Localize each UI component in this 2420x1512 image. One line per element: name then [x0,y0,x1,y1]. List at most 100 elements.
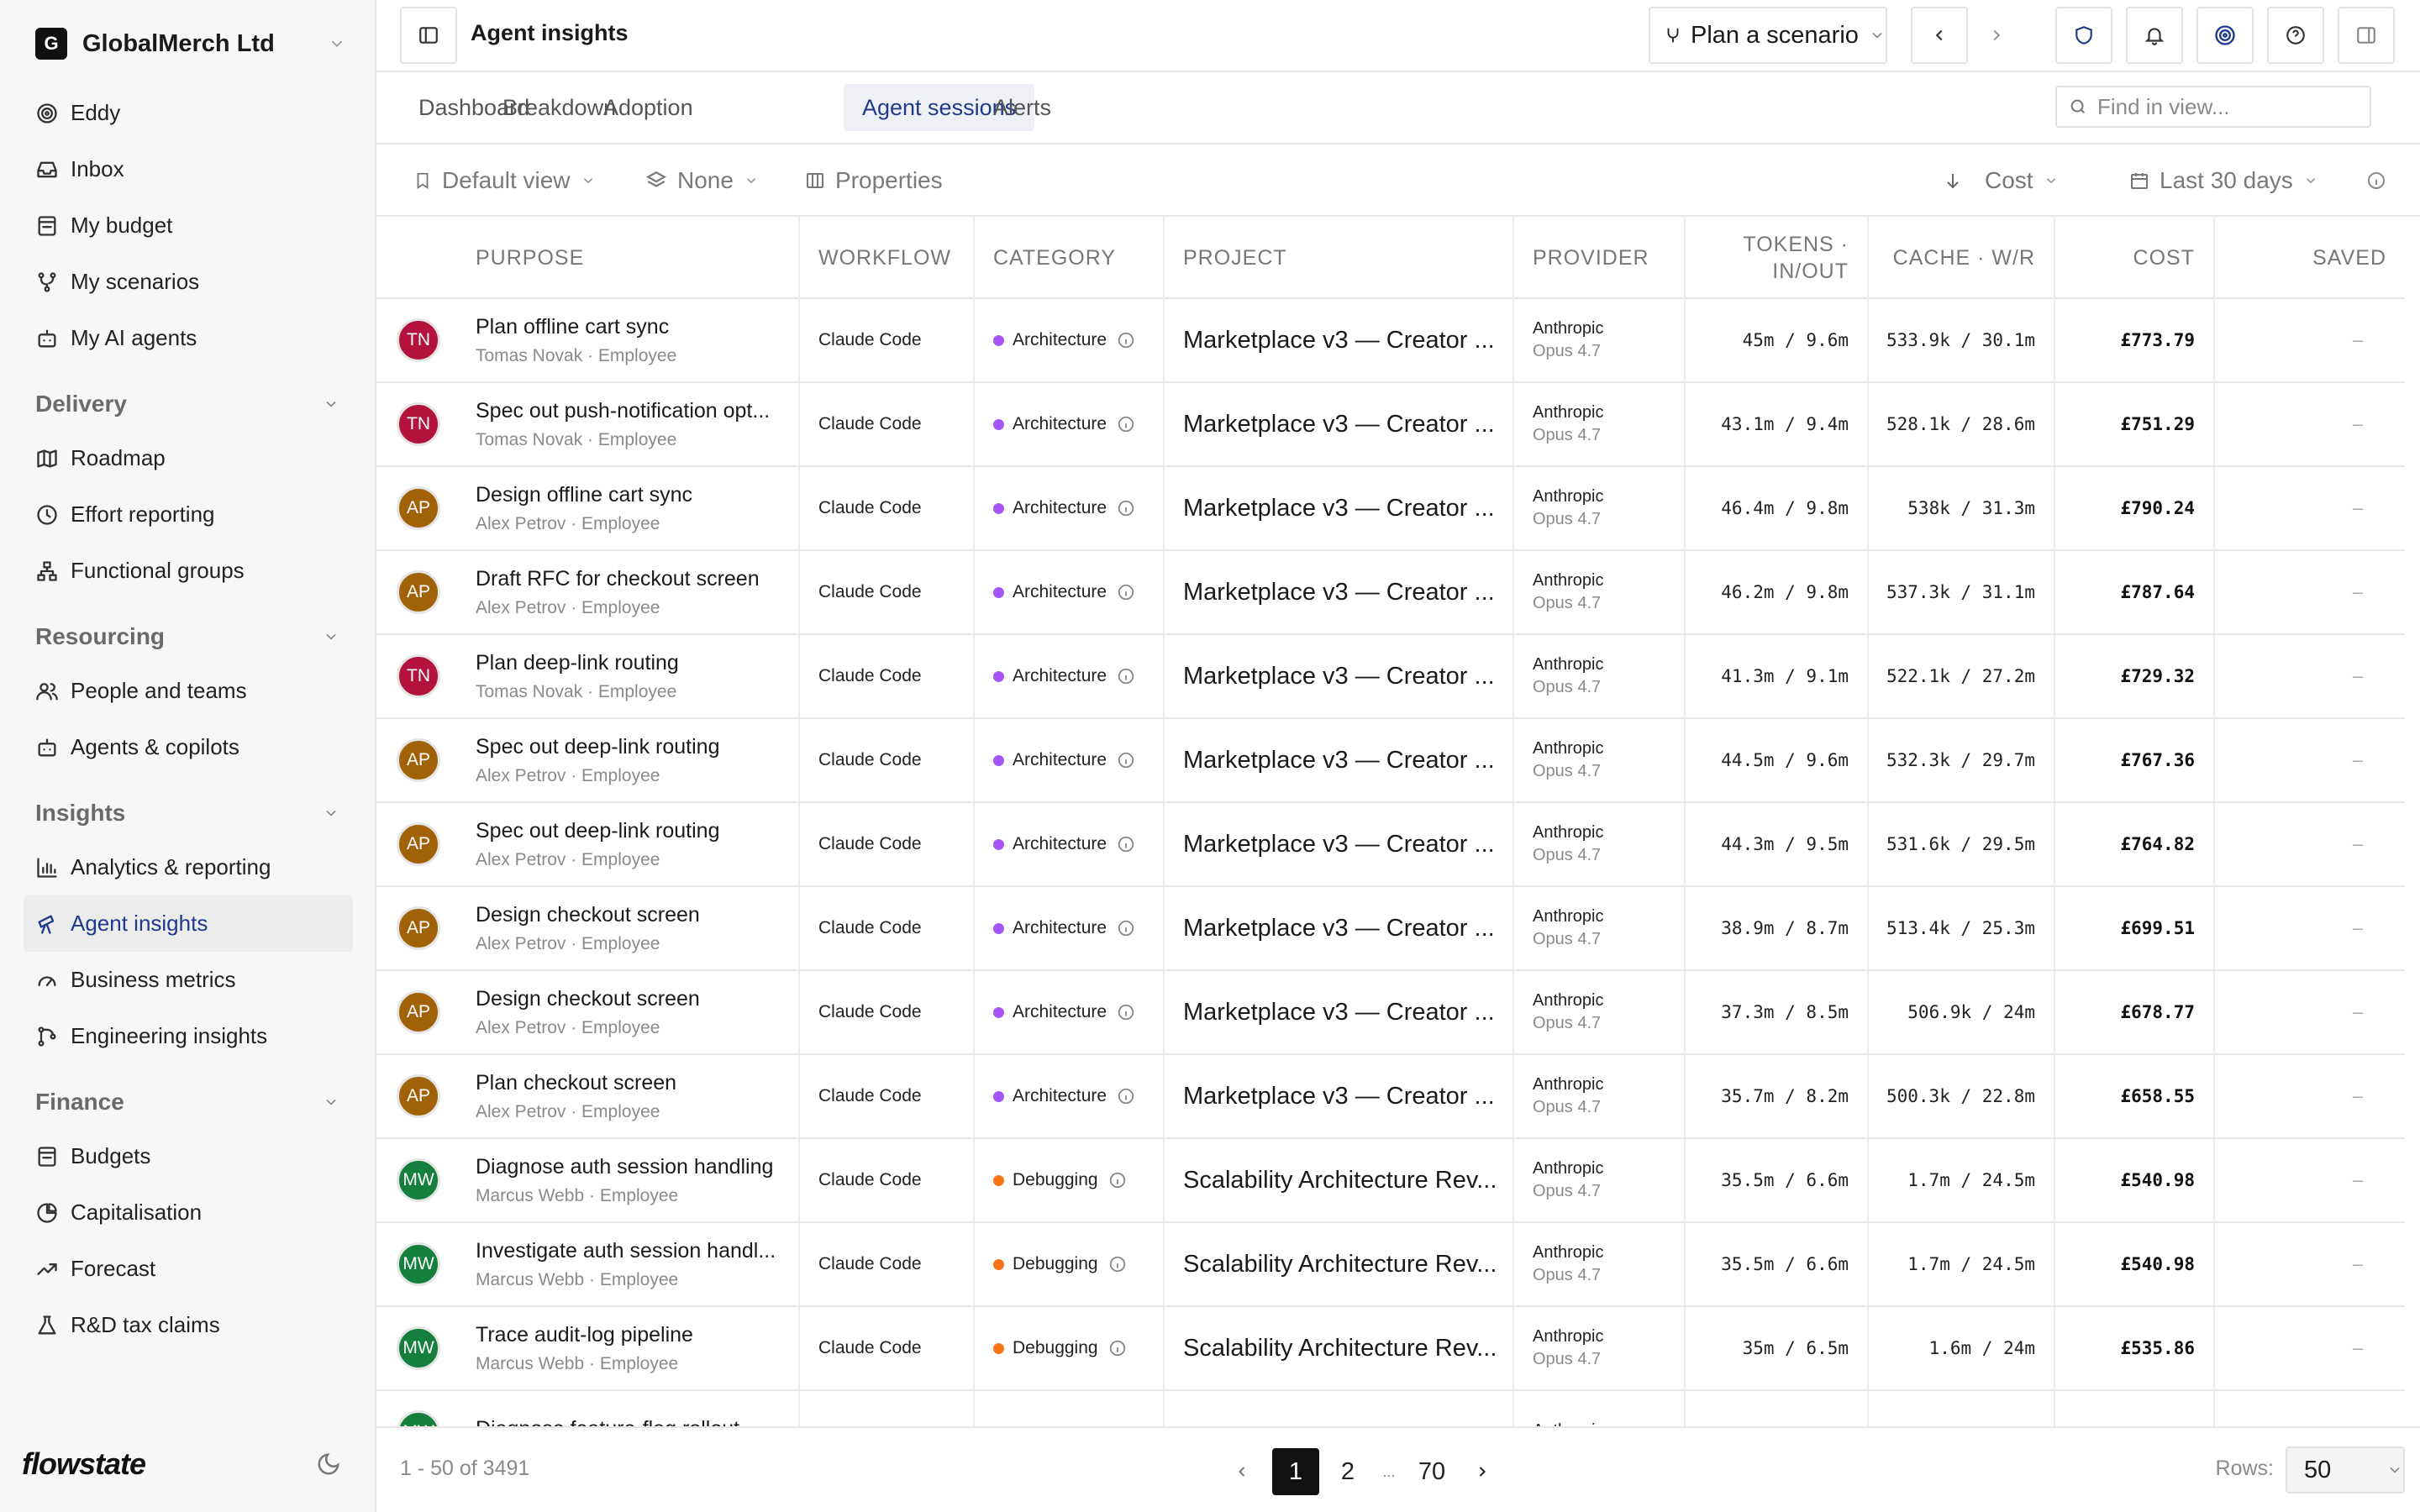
session-title[interactable]: Spec out deep-link routing [476,819,719,843]
table-row[interactable]: AP Design checkout screen Alex Petrov · Em… [376,887,2405,971]
sidebar-item-r-d-tax-claims[interactable]: R&D tax claims [24,1297,353,1353]
project-value[interactable]: Marketplace v3 — Creator ... [1183,831,1495,858]
column-header-workflow[interactable]: WORKFLOW [800,217,975,299]
security-button[interactable] [2055,7,2112,64]
project-value[interactable]: Scalability Architecture Rev... [1183,1167,1497,1194]
session-title[interactable]: Draft RFC for checkout screen [476,567,760,591]
sidebar-item-people-and-teams[interactable]: People and teams [24,663,353,719]
session-title[interactable]: Plan offline cart sync [476,315,676,339]
session-title[interactable]: Design checkout screen [476,987,700,1011]
project-value[interactable]: Marketplace v3 — Creator ... [1183,915,1495,942]
table-row[interactable]: MW Diagnose auth session handling Marcus W… [376,1139,2405,1223]
table-row[interactable]: AP Plan checkout screen Alex Petrov · Empl… [376,1055,2405,1139]
sidebar-item-analytics-reporting[interactable]: Analytics & reporting [24,839,353,895]
next-page-button[interactable] [1467,1448,1497,1495]
session-title[interactable]: Trace audit-log pipeline [476,1323,693,1347]
session-title[interactable]: Plan checkout screen [476,1071,676,1095]
column-header-cost[interactable]: COST [2055,217,2215,299]
table-row[interactable]: TN Plan deep-link routing Tomas Novak · Em… [376,635,2405,719]
project-value[interactable]: Scalability Architecture Rev... [1183,1251,1497,1278]
info-icon[interactable] [1117,919,1135,937]
info-icon[interactable] [1117,415,1135,433]
page-1-button[interactable]: 1 [1272,1448,1319,1495]
date-range-selector[interactable]: Last 30 days [2129,163,2318,198]
column-header-provider[interactable]: PROVIDER [1514,217,1686,299]
info-icon[interactable] [1117,667,1135,685]
session-title[interactable]: Design offline cart sync [476,483,692,507]
column-header-category[interactable]: CATEGORY [975,217,1165,299]
info-icon[interactable] [1117,331,1135,349]
page-2-button[interactable]: 2 [1324,1448,1371,1495]
table-row[interactable]: TN Plan offline cart sync Tomas Novak · Em… [376,299,2405,383]
table-row[interactable]: AP Design checkout screen Alex Petrov · Em… [376,971,2405,1055]
group-by-selector[interactable]: None [645,163,759,198]
toggle-sidebar-button[interactable] [400,7,457,64]
table-row[interactable]: MW Investigate auth session handl... Marcu… [376,1223,2405,1307]
rows-per-page-select[interactable]: 50 [2286,1446,2405,1494]
info-icon[interactable] [1108,1255,1127,1273]
info-icon[interactable] [1117,751,1135,769]
info-icon[interactable] [1117,835,1135,853]
session-title[interactable]: Plan deep-link routing [476,651,679,675]
sidebar-item-capitalisation[interactable]: Capitalisation [24,1184,353,1241]
info-button[interactable] [2366,163,2386,198]
info-icon[interactable] [1117,1087,1135,1105]
assistant-button[interactable] [2196,7,2254,64]
prev-page-button[interactable] [1227,1448,1257,1495]
tab-alerts[interactable]: Alerts [975,84,1070,131]
column-header-project[interactable]: PROJECT [1165,217,1514,299]
view-selector[interactable]: Default view [413,163,596,198]
sidebar-item-agent-insights[interactable]: Agent insights [24,895,353,952]
tab-adoption[interactable]: Adoption [585,84,712,131]
sidebar-item-functional-groups[interactable]: Functional groups [24,543,353,599]
properties-button[interactable]: Properties [805,163,953,198]
plan-scenario-button[interactable]: Plan a scenario [1649,7,1887,64]
sidebar-section-finance[interactable]: Finance [24,1076,353,1128]
sidebar-section-resourcing[interactable]: Resourcing [24,611,353,663]
org-switcher[interactable]: G GlobalMerch Ltd [35,25,346,62]
session-title[interactable]: Spec out push-notification opt... [476,399,770,423]
table-row[interactable]: TN Spec out push-notification opt... Tomas… [376,383,2405,467]
project-value[interactable]: Scalability Architecture Rev... [1183,1335,1497,1362]
session-title[interactable]: Investigate auth session handl... [476,1239,776,1263]
sidebar-item-agents-copilots[interactable]: Agents & copilots [24,719,353,775]
sidebar-section-insights[interactable]: Insights [24,787,353,839]
column-header-saved[interactable]: SAVED [2215,217,2405,299]
help-button[interactable] [2267,7,2324,64]
session-title[interactable]: Spec out deep-link routing [476,735,719,759]
sidebar-item-inbox[interactable]: Inbox [24,141,353,197]
sidebar-section-delivery[interactable]: Delivery [24,378,353,430]
column-header-purpose[interactable]: PURPOSE [376,217,800,299]
sidebar-item-business-metrics[interactable]: Business metrics [24,952,353,1008]
sidebar-item-engineering-insights[interactable]: Engineering insights [24,1008,353,1064]
info-icon[interactable] [1117,1003,1135,1021]
sidebar-item-effort-reporting[interactable]: Effort reporting [24,486,353,543]
info-icon[interactable] [1108,1339,1127,1357]
toggle-panel-button[interactable] [2338,7,2395,64]
notifications-button[interactable] [2126,7,2183,64]
session-title[interactable]: Diagnose auth session handling [476,1155,773,1179]
page-70-button[interactable]: 70 [1405,1448,1459,1495]
session-title[interactable]: Design checkout screen [476,903,700,927]
column-header-tokens[interactable]: TOKENS · IN/OUT [1686,217,1869,299]
table-row[interactable]: AP Spec out deep-link routing Alex Petrov … [376,719,2405,803]
sidebar-item-my-budget[interactable]: My budget [24,197,353,254]
column-header-cache[interactable]: CACHE · W/R [1869,217,2055,299]
project-value[interactable]: Marketplace v3 — Creator ... [1183,327,1495,354]
sidebar-item-budgets[interactable]: Budgets [24,1128,353,1184]
project-value[interactable]: Marketplace v3 — Creator ... [1183,999,1495,1026]
project-value[interactable]: Marketplace v3 — Creator ... [1183,495,1495,522]
sidebar-item-forecast[interactable]: Forecast [24,1241,353,1297]
search-input[interactable]: Find in view... [2055,86,2371,128]
moon-icon[interactable] [316,1452,341,1477]
project-value[interactable]: Marketplace v3 — Creator ... [1183,579,1495,606]
back-button[interactable] [1911,7,1968,64]
project-value[interactable]: Marketplace v3 — Creator ... [1183,411,1495,438]
project-value[interactable]: Marketplace v3 — Creator ... [1183,747,1495,774]
table-row[interactable]: AP Spec out deep-link routing Alex Petrov … [376,803,2405,887]
sidebar-item-my-scenarios[interactable]: My scenarios [24,254,353,310]
sidebar-item-roadmap[interactable]: Roadmap [24,430,353,486]
info-icon[interactable] [1117,583,1135,601]
table-row[interactable]: AP Design offline cart sync Alex Petrov · … [376,467,2405,551]
table-row[interactable]: MW Trace audit-log pipeline Marcus Webb · … [376,1307,2405,1391]
